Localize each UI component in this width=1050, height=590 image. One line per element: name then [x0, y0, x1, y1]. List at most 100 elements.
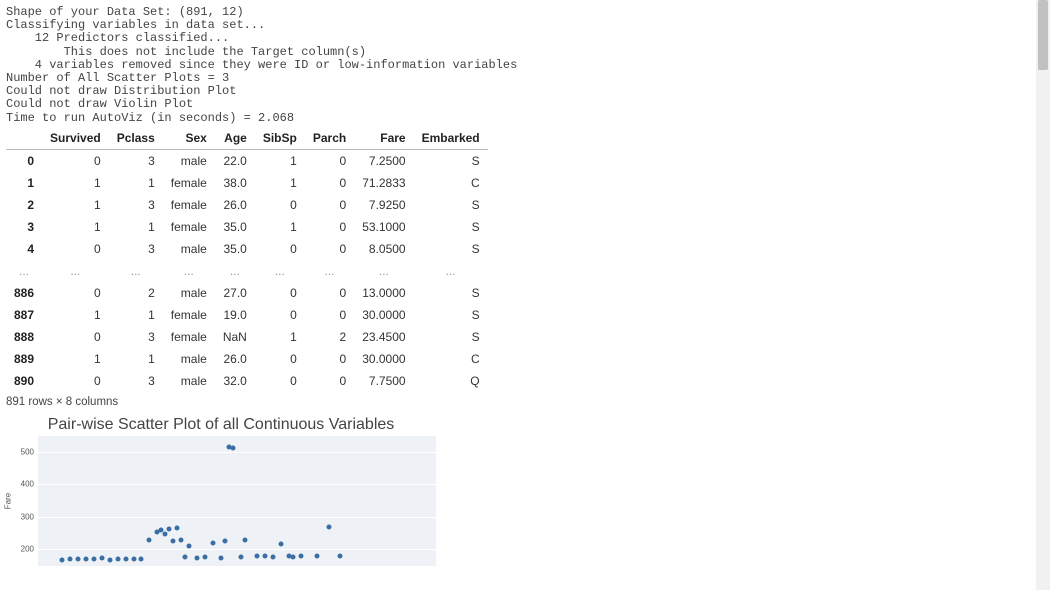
scatter-point — [67, 556, 72, 561]
cell: 30.0000 — [354, 304, 413, 326]
cell: NaN — [215, 326, 255, 348]
scatter-point — [163, 531, 168, 536]
scatter-point — [175, 526, 180, 531]
column-header: Age — [215, 127, 255, 150]
scatter-point — [187, 544, 192, 549]
row-index: 0 — [6, 149, 42, 172]
cell: 0 — [255, 348, 305, 370]
row-index: 890 — [6, 370, 42, 392]
cell: 1 — [42, 194, 109, 216]
cell: 0 — [255, 238, 305, 260]
row-index: 888 — [6, 326, 42, 348]
cell: S — [414, 216, 488, 238]
scatter-point — [75, 556, 80, 561]
scatter-point — [203, 554, 208, 559]
row-index: 886 — [6, 282, 42, 304]
cell: 1 — [255, 216, 305, 238]
cell: 0 — [255, 304, 305, 326]
cell: 7.2500 — [354, 149, 413, 172]
cell: 0 — [305, 370, 354, 392]
cell: 0 — [42, 149, 109, 172]
cell: 1 — [109, 348, 163, 370]
scrollbar-vertical[interactable] — [1036, 0, 1050, 590]
cell: female — [163, 304, 215, 326]
scatter-point — [99, 556, 104, 561]
cell: 0 — [305, 149, 354, 172]
scatter-chart: Fare 200300400500 — [6, 436, 436, 566]
ellipsis-cell: ... — [255, 260, 305, 282]
row-index: 4 — [6, 238, 42, 260]
cell: S — [414, 282, 488, 304]
cell: 0 — [255, 370, 305, 392]
column-header: Parch — [305, 127, 354, 150]
scatter-point — [211, 540, 216, 545]
table-row: 111female38.01071.2833C — [6, 172, 488, 194]
cell: 35.0 — [215, 238, 255, 260]
cell: S — [414, 194, 488, 216]
scatter-point — [254, 553, 259, 558]
column-header: Fare — [354, 127, 413, 150]
chart-title: Pair-wise Scatter Plot of all Continuous… — [6, 416, 436, 434]
scatter-point — [238, 554, 243, 559]
cell: 3 — [109, 194, 163, 216]
table-row: 88911male26.00030.0000C — [6, 348, 488, 370]
scatter-point — [231, 445, 236, 450]
cell: male — [163, 238, 215, 260]
cell: 1 — [42, 172, 109, 194]
cell: S — [414, 326, 488, 348]
console-output: Shape of your Data Set: (891, 12) Classi… — [6, 6, 1044, 125]
cell: female — [163, 172, 215, 194]
cell: 1 — [42, 304, 109, 326]
scatter-point — [139, 556, 144, 561]
cell: 1 — [255, 326, 305, 348]
cell: 1 — [42, 348, 109, 370]
scatter-point — [123, 557, 128, 562]
table-row: 213female26.0007.9250S — [6, 194, 488, 216]
scatter-point — [179, 537, 184, 542]
y-axis: 200300400500 — [14, 436, 34, 566]
table-row: 89003male32.0007.7500Q — [6, 370, 488, 392]
ellipsis-cell: ... — [163, 260, 215, 282]
cell: 8.0500 — [354, 238, 413, 260]
y-tick-label: 400 — [21, 480, 34, 489]
cell: 32.0 — [215, 370, 255, 392]
scatter-point — [338, 553, 343, 558]
cell: C — [414, 172, 488, 194]
cell: 3 — [109, 370, 163, 392]
cell: 0 — [42, 370, 109, 392]
cell: 53.1000 — [354, 216, 413, 238]
cell: female — [163, 194, 215, 216]
cell: 30.0000 — [354, 348, 413, 370]
scatter-point — [242, 538, 247, 543]
scatter-point — [107, 557, 112, 562]
cell: 1 — [109, 304, 163, 326]
scroll-thumb[interactable] — [1038, 0, 1048, 70]
column-header: Embarked — [414, 127, 488, 150]
scatter-point — [183, 554, 188, 559]
row-index: 3 — [6, 216, 42, 238]
scatter-point — [91, 556, 96, 561]
row-index: 889 — [6, 348, 42, 370]
row-index: 2 — [6, 194, 42, 216]
cell: female — [163, 326, 215, 348]
cell: 0 — [305, 216, 354, 238]
scatter-point — [223, 539, 228, 544]
cell: 27.0 — [215, 282, 255, 304]
y-axis-label: Fare — [4, 492, 13, 508]
cell: 23.4500 — [354, 326, 413, 348]
cell: 2 — [109, 282, 163, 304]
cell: 0 — [305, 304, 354, 326]
scatter-point — [59, 557, 64, 562]
y-tick-label: 200 — [21, 545, 34, 554]
scatter-point — [131, 556, 136, 561]
scatter-point — [219, 555, 224, 560]
scatter-point — [83, 556, 88, 561]
cell: 35.0 — [215, 216, 255, 238]
cell: male — [163, 348, 215, 370]
table-shape-text: 891 rows × 8 columns — [6, 396, 1044, 408]
table-row: 88602male27.00013.0000S — [6, 282, 488, 304]
cell: 22.0 — [215, 149, 255, 172]
column-header: Sex — [163, 127, 215, 150]
cell: 71.2833 — [354, 172, 413, 194]
cell: male — [163, 282, 215, 304]
